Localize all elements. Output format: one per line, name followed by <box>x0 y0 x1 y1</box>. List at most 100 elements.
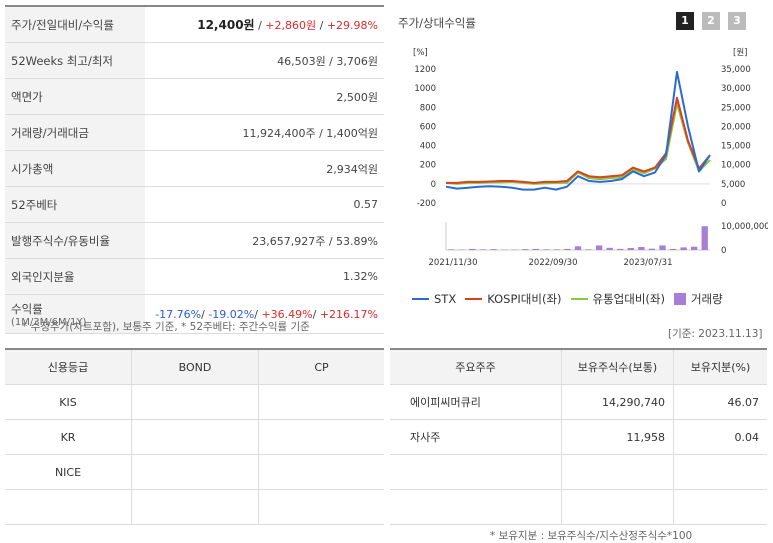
volume-bar <box>553 249 561 250</box>
holder-shares: 14,290,740 <box>562 385 674 419</box>
x-tick-label: 2021/11/30 <box>429 258 478 268</box>
x-tick-label: 2022/09/30 <box>529 258 578 268</box>
legend-label-volume: 거래량 <box>690 292 723 306</box>
right-tick-label: 15,000 <box>721 142 751 152</box>
left-tick-label: 1200 <box>414 65 436 75</box>
holder-name: 자사주 <box>390 420 562 454</box>
volume-bar <box>617 248 624 250</box>
left-tick-label: 600 <box>420 122 436 132</box>
holders-header-shares: 보유주식수(보통) <box>562 350 674 384</box>
credit-cp <box>259 455 384 489</box>
legend-item-stx[interactable]: STX <box>412 292 456 306</box>
credit-agency: KIS <box>5 385 132 419</box>
holders-header-pct: 보유지분(%) <box>690 361 751 374</box>
holder-row: 에이피씨머큐리 14,290,740 46.07 <box>390 385 767 420</box>
credit-bond <box>132 420 259 454</box>
credit-cp <box>259 385 384 419</box>
price-label: 주가/전일대비/수익률 <box>5 7 145 42</box>
volume-bar <box>469 248 476 250</box>
volume-bar <box>522 249 529 250</box>
credit-header-row: 신용등급 BOND CP <box>5 350 384 385</box>
legend-swatch-industry <box>570 298 588 300</box>
credit-rating-table: 신용등급 BOND CP KIS KR NICE <box>5 348 384 525</box>
info-value: 11,924,400주 / 1,400억원 <box>242 126 378 140</box>
credit-row <box>5 490 384 525</box>
current-price: 12,400원 <box>197 18 255 32</box>
holders-header-row: 주요주주 보유주식수(보통) 보유지분(%) <box>390 350 767 385</box>
legend-item-volume[interactable]: 거래량 <box>673 291 723 307</box>
holder-pct <box>674 490 767 524</box>
major-shareholders-table: 주요주주 보유주식수(보통) 보유지분(%) 에이피씨머큐리 14,290,74… <box>390 348 767 525</box>
relative-return-chart: [%] [원] 1200 1000 800 600 400 200 0 -200 35,000… <box>413 48 768 268</box>
info-value: 1.32% <box>343 270 378 283</box>
chart-page-1-button[interactable]: 1 <box>676 12 694 30</box>
return-1y: +216.17% <box>319 307 378 321</box>
info-row: 액면가 2,500원 <box>5 79 384 115</box>
info-value: 0.57 <box>353 198 379 211</box>
holders-footnote: * 보유지분 : 보유주식수/지수산정주식수*100 <box>490 530 693 542</box>
holder-row <box>390 455 767 490</box>
volume-bar <box>659 245 666 250</box>
credit-header-bond: BOND <box>132 350 259 384</box>
returns-label: 수익률 <box>11 301 43 316</box>
holders-header-name: 주요주주 <box>390 350 562 384</box>
volume-bar <box>532 248 539 250</box>
credit-bond <box>132 455 259 489</box>
chart-page-3-button[interactable]: 3 <box>728 12 746 30</box>
volume-tick-label: 0 <box>721 246 726 256</box>
info-label: 발행주식수/유동비율 <box>5 223 145 258</box>
info-label: 거래량/거래대금 <box>5 115 145 150</box>
right-tick-label: 5,000 <box>721 180 745 190</box>
volume-bar <box>543 249 550 250</box>
legend-swatch-volume <box>673 293 686 305</box>
volume-bar <box>479 249 487 250</box>
left-tick-label: 0 <box>431 180 436 190</box>
credit-bond <box>132 490 259 524</box>
legend-item-industry[interactable]: 유통업대비(좌) <box>570 291 665 307</box>
legend-swatch-stx <box>412 298 429 300</box>
credit-bond <box>132 385 259 419</box>
credit-cp <box>259 420 384 454</box>
volume-bar <box>490 249 497 250</box>
info-label: 52주베타 <box>5 187 145 222</box>
right-tick-label: 35,000 <box>721 65 751 75</box>
volume-bar <box>648 248 656 250</box>
holder-name: 에이피씨머큐리 <box>390 385 562 419</box>
price-change-pct: +29.98% <box>326 19 378 32</box>
info-label: 52Weeks 최고/최저 <box>5 43 145 78</box>
right-tick-label: 30,000 <box>721 84 751 94</box>
chart-page-2-button[interactable]: 2 <box>702 12 720 30</box>
holder-pct <box>674 455 767 489</box>
left-tick-label: 800 <box>420 103 436 113</box>
legend-label-industry: 유통업대비(좌) <box>592 292 665 306</box>
holder-name <box>390 490 562 524</box>
holder-shares: 11,958 <box>562 420 674 454</box>
holder-name <box>390 455 562 489</box>
volume-bar <box>564 248 571 250</box>
info-row: 시가총액 2,934억원 <box>5 151 384 187</box>
info-row: 52Weeks 최고/최저 46,503원 / 3,706원 <box>5 43 384 79</box>
chart-legend: STX KOSPI대비(좌) 유통업대비(좌) 거래량 <box>412 291 732 307</box>
right-tick-label: 25,000 <box>721 103 751 113</box>
credit-agency <box>5 490 132 524</box>
info-row: 52주베타 0.57 <box>5 187 384 223</box>
credit-agency: KR <box>5 420 132 454</box>
legend-item-kospi[interactable]: KOSPI대비(좌) <box>465 291 562 307</box>
left-tick-label: -200 <box>417 199 436 209</box>
info-value: 23,657,927주 / 53.89% <box>252 234 378 248</box>
left-tick-label: 1000 <box>414 84 436 94</box>
info-label: 액면가 <box>5 79 145 114</box>
price-value: 12,400원 / +2,860원 / +29.98% <box>197 18 378 32</box>
left-tick-label: 200 <box>420 161 436 171</box>
x-tick-label: 2023/07/31 <box>624 258 673 268</box>
info-label: 외국인지분율 <box>5 259 145 294</box>
legend-label-kospi: KOSPI대비(좌) <box>487 292 562 306</box>
chart-basis-date: [기준: 2023.11.13] <box>668 328 763 340</box>
credit-row: KR <box>5 420 384 455</box>
right-tick-label: 10,000 <box>721 161 751 171</box>
left-tick-label: 400 <box>420 142 436 152</box>
credit-row: KIS <box>5 385 384 420</box>
right-tick-label: 0 <box>721 199 726 209</box>
credit-header-cp: CP <box>314 360 329 374</box>
volume-bar <box>585 249 592 250</box>
